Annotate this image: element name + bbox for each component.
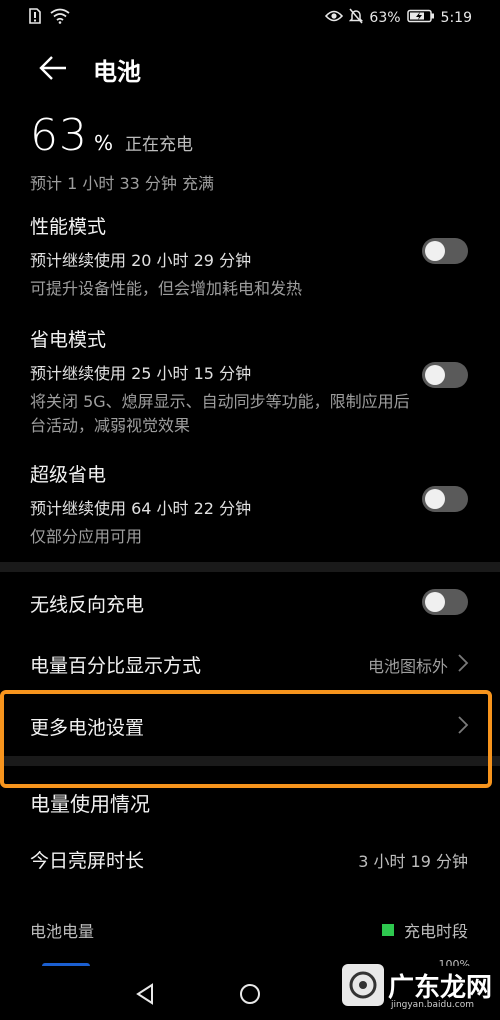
toggle-knob: [425, 489, 445, 509]
mode-description: 将关闭 5G、熄屏显示、自动同步等功能，限制应用后台活动，减弱视觉效果: [30, 392, 410, 435]
chevron-right-icon: [458, 654, 469, 672]
back-button[interactable]: [36, 50, 72, 86]
charge-estimate: 预计 1 小时 33 分钟 充满: [30, 174, 214, 193]
mode-remaining: 预计继续使用 64 小时 22 分钟: [30, 499, 252, 518]
highlight-box: [0, 690, 492, 788]
row-label: 电量百分比显示方式: [30, 655, 202, 677]
battery-charging-icon: [406, 9, 435, 27]
toggle-knob: [425, 365, 445, 385]
mode-title: 性能模式: [30, 216, 107, 238]
battery-level: 63 % 正在充电: [30, 110, 193, 161]
mode-remaining: 预计继续使用 25 小时 15 分钟: [30, 364, 252, 383]
mode-description: 可提升设备性能，但会增加耗电和发热: [30, 279, 303, 298]
legend-swatch: [381, 924, 394, 936]
legend-label: 充电时段: [403, 922, 468, 941]
bell-muted-icon: [349, 8, 364, 28]
screen-time-value: 3 小时 19 分钟: [358, 852, 468, 871]
percent-display-row[interactable]: 电量百分比显示方式 电池图标外: [30, 643, 470, 683]
status-bar: 63% 5:19: [0, 0, 500, 34]
row-value: 电池图标外: [367, 657, 448, 676]
page-title: 电池: [93, 58, 141, 86]
battery-chart-label: 电池电量: [30, 922, 95, 941]
triangle-back-icon: [136, 983, 153, 1005]
ultra-power-saving-item[interactable]: 超级省电 预计继续使用 64 小时 22 分钟 仅部分应用可用: [30, 460, 470, 549]
toggle-knob: [425, 241, 445, 261]
status-right: 63% 5:19: [325, 8, 472, 28]
performance-mode-toggle[interactable]: [422, 238, 468, 264]
eye-icon: [325, 9, 344, 27]
battery-percent-value: 63: [30, 110, 88, 161]
arrow-left-icon: [39, 56, 66, 80]
ultra-power-saving-toggle[interactable]: [422, 486, 468, 512]
charging-status: 正在充电: [125, 135, 194, 155]
usage-section-title: 电量使用情况: [30, 792, 150, 816]
nav-back-button[interactable]: [134, 982, 158, 1006]
status-left: [28, 8, 70, 28]
circle-home-icon: [240, 984, 260, 1004]
mode-title: 省电模式: [30, 329, 107, 351]
nav-home-button[interactable]: [238, 982, 262, 1006]
watermark: 广东龙网 jingyan.baidu.com: [342, 958, 492, 1012]
status-time: 5:19: [440, 10, 472, 26]
battery-percent-sign: %: [94, 131, 114, 155]
app-header: 电池: [0, 40, 500, 96]
power-saving-mode-toggle[interactable]: [422, 362, 468, 388]
toggle-knob: [425, 592, 445, 612]
sim-alert-icon: [28, 8, 42, 28]
mode-title: 超级省电: [30, 464, 107, 486]
watermark-url: jingyan.baidu.com: [390, 1000, 474, 1010]
wireless-reverse-charging-toggle[interactable]: [422, 589, 468, 615]
watermark-text: 广东龙网: [388, 972, 493, 1003]
mode-remaining: 预计继续使用 20 小时 29 分钟: [30, 251, 252, 270]
wifi-icon: [50, 8, 70, 28]
watermark-logo-icon: [342, 964, 384, 1006]
row-label: 无线反向充电: [30, 594, 145, 616]
section-divider: [0, 562, 500, 572]
screen-time-label: 今日亮屏时长: [30, 850, 145, 872]
power-saving-mode-item[interactable]: 省电模式 预计继续使用 25 小时 15 分钟 将关闭 5G、熄屏显示、自动同步…: [30, 325, 470, 438]
performance-mode-item[interactable]: 性能模式 预计继续使用 20 小时 29 分钟 可提升设备性能，但会增加耗电和发…: [30, 212, 470, 301]
wireless-reverse-charging-row[interactable]: 无线反向充电: [30, 582, 470, 622]
status-battery-percent: 63%: [369, 10, 401, 26]
mode-description: 仅部分应用可用: [30, 527, 143, 546]
chart-legend: 充电时段: [381, 918, 468, 942]
